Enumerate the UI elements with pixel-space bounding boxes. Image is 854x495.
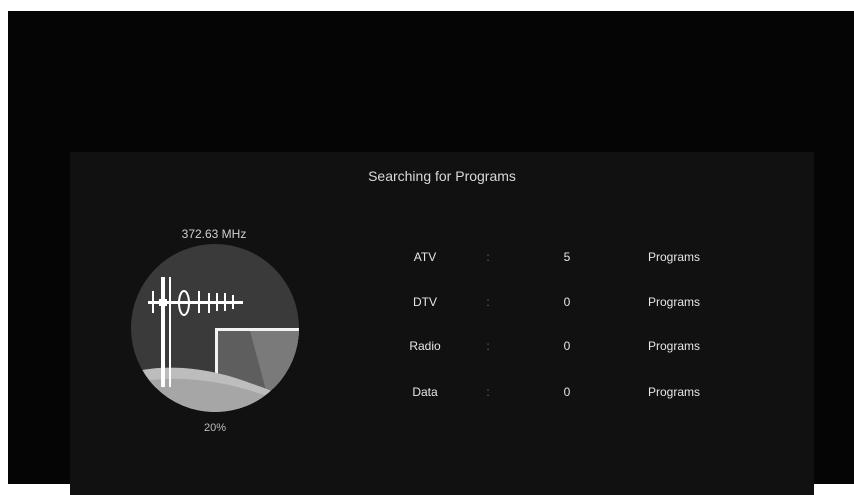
row-label: ATV xyxy=(413,250,437,264)
row-separator: : xyxy=(486,295,490,309)
row-radio: Radio : 0 Programs xyxy=(70,339,814,359)
row-separator: : xyxy=(486,250,490,264)
row-label: Data xyxy=(412,385,438,399)
tv-screen: Searching for Programs 372.63 MHz 20% AT… xyxy=(8,11,854,495)
row-dtv: DTV : 0 Programs xyxy=(70,295,814,315)
row-label: Radio xyxy=(409,339,441,353)
row-unit: Programs xyxy=(648,339,701,353)
row-count: 5 xyxy=(563,250,571,264)
row-separator: : xyxy=(486,339,490,353)
program-counts: ATV : 5 Programs DTV : 0 Programs Radio … xyxy=(70,152,814,495)
row-unit: Programs xyxy=(648,250,701,264)
row-count: 0 xyxy=(563,385,571,399)
row-label: DTV xyxy=(413,295,437,309)
row-data: Data : 0 Programs xyxy=(70,385,814,405)
row-count: 0 xyxy=(563,339,571,353)
row-unit: Programs xyxy=(648,295,701,309)
row-unit: Programs xyxy=(648,385,701,399)
search-panel: Searching for Programs 372.63 MHz 20% AT… xyxy=(70,152,814,495)
row-atv: ATV : 5 Programs xyxy=(70,250,814,270)
row-count: 0 xyxy=(563,295,571,309)
row-separator: : xyxy=(486,385,490,399)
